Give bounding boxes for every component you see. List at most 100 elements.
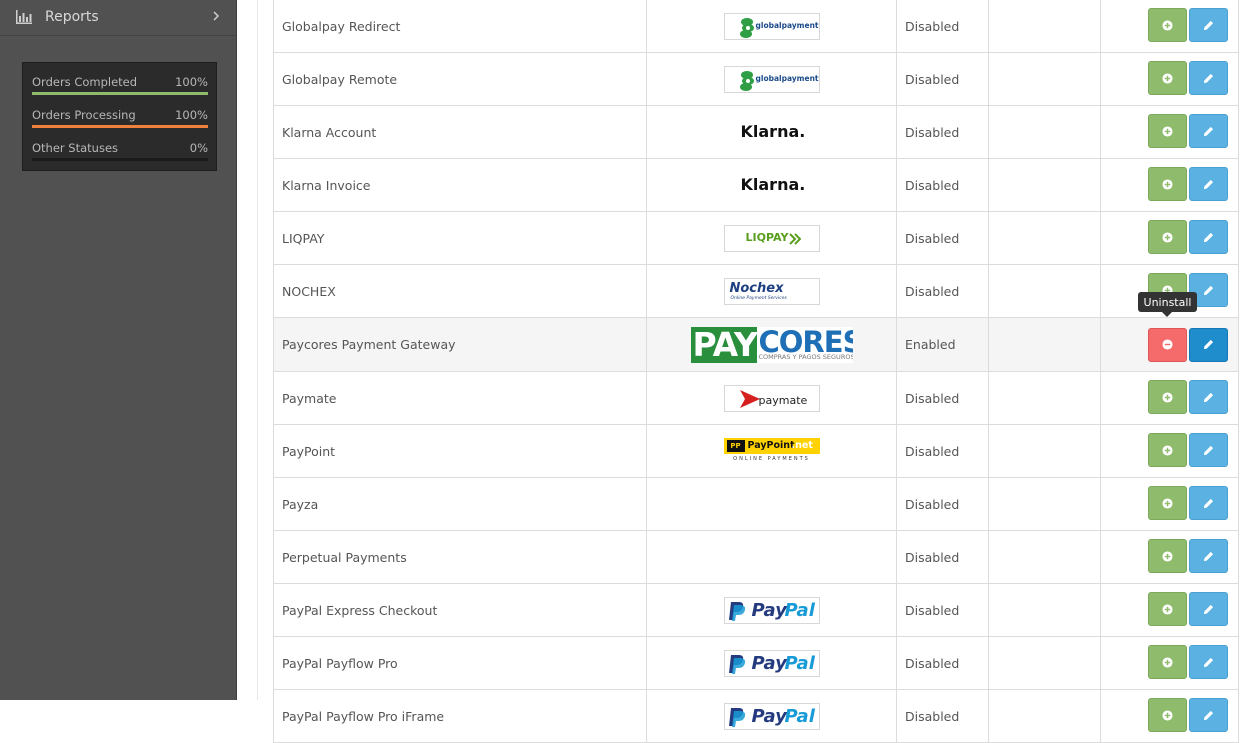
logo-text: globalpayments xyxy=(755,73,820,83)
pencil-icon xyxy=(1203,498,1214,508)
payment-status: Disabled xyxy=(896,477,989,531)
table-row: PayPal Express Checkout Pay Pal Disabled xyxy=(273,583,1239,637)
plus-circle-icon xyxy=(1162,497,1173,509)
edit-button[interactable] xyxy=(1189,486,1228,520)
pencil-icon xyxy=(1203,126,1214,136)
paypal-logo: Pay Pal xyxy=(723,649,820,677)
paypal-mark-icon xyxy=(728,601,745,621)
payment-name: PayPal Payflow Pro iFrame xyxy=(273,689,647,743)
payment-name: Paymate xyxy=(273,371,647,425)
nochex-logo: Nochex Online Payment Services xyxy=(723,277,820,305)
chevron-right-icon xyxy=(213,11,220,21)
install-button[interactable] xyxy=(1148,167,1187,201)
payment-logo-cell: LIQPAY xyxy=(646,211,897,265)
actions-cell xyxy=(1100,317,1239,372)
table-row: PayPoint PayPoint .net ONLINE PAYMENTS PP Dis… xyxy=(273,424,1239,478)
payment-name: Klarna Invoice xyxy=(273,158,647,212)
payment-logo-cell xyxy=(646,477,897,531)
pencil-icon xyxy=(1203,604,1214,614)
payment-name: NOCHEX xyxy=(273,264,647,318)
minus-circle-icon xyxy=(1162,339,1173,350)
edit-button[interactable] xyxy=(1189,433,1228,467)
empty-cell xyxy=(988,264,1101,318)
actions-cell xyxy=(1100,636,1239,690)
stat-value: 0% xyxy=(189,141,208,155)
edit-button[interactable] xyxy=(1189,539,1228,573)
install-button[interactable] xyxy=(1148,380,1187,414)
install-button[interactable] xyxy=(1148,114,1187,148)
pencil-icon xyxy=(1203,179,1214,189)
table-row: LIQPAY LIQPAY Disabled xyxy=(273,211,1239,265)
payment-status: Disabled xyxy=(896,158,989,212)
edit-button[interactable] xyxy=(1189,645,1228,679)
paymate-logo: paymate xyxy=(723,384,820,412)
table-row: Globalpay Remote globalpayments Disabled xyxy=(273,52,1239,106)
logo-subtext: ONLINE PAYMENTS xyxy=(723,453,820,465)
paypal-mark-icon xyxy=(728,654,745,674)
install-button[interactable] xyxy=(1148,61,1187,95)
table-row: Klarna Invoice Klarna. Disabled xyxy=(273,158,1239,212)
actions-cell xyxy=(1100,689,1239,743)
sidebar-item-label: Reports xyxy=(45,9,99,25)
edit-button[interactable] xyxy=(1189,167,1228,201)
logo-text-pal: Pal xyxy=(784,652,815,674)
payment-logo-cell: PayPoint .net ONLINE PAYMENTS PP xyxy=(646,424,897,478)
install-button[interactable] xyxy=(1148,486,1187,520)
payment-logo-cell: Pay Pal xyxy=(646,689,897,743)
edit-button[interactable] xyxy=(1189,61,1228,95)
edit-button[interactable] xyxy=(1189,698,1228,732)
payment-logo-cell: globalpayments xyxy=(646,52,897,106)
uninstall-button[interactable] xyxy=(1148,327,1187,362)
plus-circle-icon xyxy=(1162,709,1173,721)
actions-cell xyxy=(1100,371,1239,425)
sidebar-item-reports[interactable]: Reports xyxy=(0,0,236,36)
payment-logo-cell xyxy=(646,530,897,584)
edit-button[interactable] xyxy=(1189,380,1228,414)
pencil-icon xyxy=(1203,285,1214,295)
progress-bar xyxy=(32,158,208,161)
install-button[interactable] xyxy=(1148,539,1187,573)
edit-button[interactable] xyxy=(1189,220,1228,254)
plus-circle-icon xyxy=(1162,603,1173,615)
install-button[interactable] xyxy=(1148,645,1187,679)
plus-circle-icon xyxy=(1162,550,1173,562)
edit-button[interactable] xyxy=(1189,114,1228,148)
table-row: PayPal Payflow Pro Pay Pal Disabled xyxy=(273,636,1239,690)
payment-logo-cell: globalpayments xyxy=(646,0,897,53)
order-stats-panel: Orders Completed 100% Orders Processing … xyxy=(22,62,217,171)
logo-text: Klarna. xyxy=(740,121,806,141)
table-row: Klarna Account Klarna. Disabled xyxy=(273,105,1239,159)
payment-name: Payza xyxy=(273,477,647,531)
stat-label: Orders Processing xyxy=(32,108,136,122)
plus-circle-icon xyxy=(1162,656,1173,668)
install-button[interactable] xyxy=(1148,592,1187,626)
progress-bar xyxy=(32,125,208,128)
paypoint-logo: PayPoint .net ONLINE PAYMENTS PP xyxy=(723,437,820,465)
edit-button[interactable] xyxy=(1189,327,1228,362)
empty-cell xyxy=(988,0,1101,53)
install-button[interactable] xyxy=(1148,220,1187,254)
payment-name: PayPal Express Checkout xyxy=(273,583,647,637)
plus-circle-icon xyxy=(1162,178,1173,190)
install-button[interactable] xyxy=(1148,433,1187,467)
install-button[interactable] xyxy=(1148,698,1187,732)
payment-logo-cell: Klarna. xyxy=(646,105,897,159)
table-row: Perpetual Payments Disabled xyxy=(273,530,1239,584)
edit-button[interactable] xyxy=(1189,592,1228,626)
payment-name: LIQPAY xyxy=(273,211,647,265)
table-row: Payza Disabled xyxy=(273,477,1239,531)
plus-circle-icon xyxy=(1162,391,1173,403)
stat-label: Other Statuses xyxy=(32,141,119,155)
stat-value: 100% xyxy=(175,75,208,89)
edit-button[interactable] xyxy=(1189,8,1228,42)
payment-name: Globalpay Redirect xyxy=(273,0,647,53)
logo-text: paymate xyxy=(758,393,808,407)
payment-logo-cell: Pay Pal xyxy=(646,636,897,690)
logo-subtext: COMPRAS Y PAGOS SEGUROS xyxy=(758,352,853,361)
pencil-icon xyxy=(1203,392,1214,402)
actions-cell xyxy=(1100,211,1239,265)
empty-cell xyxy=(988,371,1101,425)
klarna-logo: Klarna. xyxy=(723,171,820,199)
actions-cell xyxy=(1100,0,1239,53)
install-button[interactable] xyxy=(1148,8,1187,42)
